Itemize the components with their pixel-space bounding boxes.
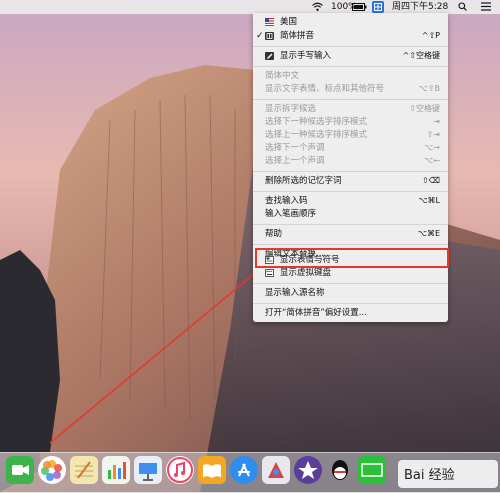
wifi-icon[interactable] [312, 0, 323, 14]
menu-separator [253, 283, 448, 284]
menu-item-shortcut: ⌥⌘E [417, 229, 440, 238]
menu-separator [253, 303, 448, 304]
keynote-icon[interactable] [134, 456, 162, 484]
menu-item-find-input-code[interactable]: 查找输入码 ⌥⌘L [253, 194, 448, 208]
menu-item-show-virtual-keyboard[interactable]: 显示虚拟键盘 [253, 266, 448, 280]
spotlight-icon[interactable] [458, 0, 467, 14]
menu-separator [253, 99, 448, 100]
menu-item-pinyin[interactable]: ✓ 简体拼音 ^⇧P [253, 29, 448, 43]
battery-icon[interactable] [352, 0, 367, 14]
menu-item-label: 美国 [280, 17, 298, 27]
menu-item-label: 显示拆字候选 [265, 104, 317, 114]
menu-item-open-preferences[interactable]: 打开“简体拼音”偏好设置... [253, 306, 448, 320]
menu-item-label: 查找输入码 [265, 196, 308, 206]
menu-item-label: 删除所选的记忆字词 [265, 176, 342, 186]
iqiyi-icon[interactable] [358, 456, 386, 484]
menu-item-shortcut: ⇧⇥ [426, 130, 440, 139]
itunes-icon[interactable] [166, 456, 194, 484]
menu-item-shortcut: ⌥⌘L [418, 196, 440, 205]
menu-separator [253, 66, 448, 67]
menu-separator [253, 244, 448, 245]
menu-separator [253, 171, 448, 172]
menu-item-shortcut: ⇧⌫ [421, 176, 440, 185]
clock[interactable]: 周四下午5:28 [392, 0, 448, 14]
menu-item-label: 显示手写输入 [280, 51, 332, 61]
menu-item-label: 打开“简体拼音”偏好设置... [265, 308, 367, 318]
numbers-icon[interactable] [102, 456, 130, 484]
keyboard-icon [265, 269, 274, 277]
menu-bar: 100% 周四下午5:28 [0, 0, 500, 14]
baidu-jingyan-watermark: Bai 经验 [398, 460, 498, 488]
ibooks-icon[interactable] [198, 456, 226, 484]
menu-item-label: 输入笔画顺序 [265, 209, 317, 219]
menu-item-stroke-order[interactable]: 输入笔画顺序 [253, 207, 448, 221]
menu-item-label: 选择下一个声调 [265, 143, 325, 153]
menu-item-label: 显示文字表情、标点和其他符号 [265, 84, 385, 94]
menu-item-label: 帮助 [265, 229, 283, 239]
menu-item-label: 简体拼音 [280, 31, 315, 41]
menu-item-delete-memorized[interactable]: 删除所选的记忆字词 ⇧⌫ [253, 174, 448, 188]
menu-item-label: 简体中文 [265, 71, 300, 81]
menu-separator [253, 46, 448, 47]
menu-item-us[interactable]: 美国 [253, 15, 448, 29]
menu-item-prev-sort-mode[interactable]: 选择上一种候选字排序模式 ⇧⇥ [253, 128, 448, 142]
menu-item-next-tone[interactable]: 选择下一个声调 ⌥→ [253, 141, 448, 155]
menu-item-next-sort-mode[interactable]: 选择下一种候选字排序模式 ⇥ [253, 115, 448, 129]
menu-item-shortcut: ⌥⇧B [418, 84, 440, 93]
input-source-menu: 美国 ✓ 简体拼音 ^⇧P 显示手写输入 ^⇧空格键 简体中文 显示文字表情、标… [253, 13, 448, 322]
notes-icon[interactable] [70, 456, 98, 484]
launcher-icon[interactable] [262, 456, 290, 484]
qq-icon[interactable] [326, 456, 354, 484]
facetime-icon[interactable] [6, 456, 34, 484]
menu-item-prev-tone[interactable]: 选择上一个声调 ⌥← [253, 154, 448, 168]
menu-item-label: 显示输入源名称 [265, 288, 325, 298]
menu-item-shortcut: ⌥→ [424, 143, 440, 152]
app-store-icon[interactable] [230, 456, 258, 484]
menu-item-help[interactable]: 帮助 ⌥⌘E [253, 227, 448, 241]
menu-item-label: 显示虚拟键盘 [280, 268, 332, 278]
menu-item-label: 选择上一个声调 [265, 156, 325, 166]
menu-separator [253, 224, 448, 225]
annotation-highlight-box [255, 248, 449, 268]
menu-separator [253, 191, 448, 192]
us-flag-icon [265, 18, 274, 26]
menu-item-show-emoticons[interactable]: 显示文字表情、标点和其他符号 ⌥⇧B [253, 82, 448, 96]
menu-item-split-candidates[interactable]: 显示拆字候选 ⇧空格键 [253, 102, 448, 116]
checkmark-icon: ✓ [256, 31, 264, 41]
menu-item-label: 选择上一种候选字排序模式 [265, 130, 368, 140]
menu-section-header: 简体中文 [253, 69, 448, 83]
photos-icon[interactable] [38, 456, 66, 484]
menu-item-handwriting[interactable]: 显示手写输入 ^⇧空格键 [253, 49, 448, 63]
handwriting-icon [265, 52, 274, 60]
watermark-text: Bai 经验 [404, 468, 455, 483]
menu-item-show-input-source-name[interactable]: 显示输入源名称 [253, 286, 448, 300]
menu-item-shortcut: ⇥ [433, 117, 440, 126]
pinyin-icon [265, 32, 274, 40]
imovie-icon[interactable] [294, 456, 322, 484]
notification-center-icon[interactable] [481, 0, 491, 14]
input-source-menu-icon[interactable] [372, 1, 384, 13]
menu-item-shortcut: ^⇧P [421, 31, 440, 40]
menu-item-shortcut: ⌥← [424, 156, 440, 165]
menu-item-label: 选择下一种候选字排序模式 [265, 117, 368, 127]
menu-item-shortcut: ⇧空格键 [409, 104, 440, 113]
menu-item-shortcut: ^⇧空格键 [402, 51, 440, 60]
